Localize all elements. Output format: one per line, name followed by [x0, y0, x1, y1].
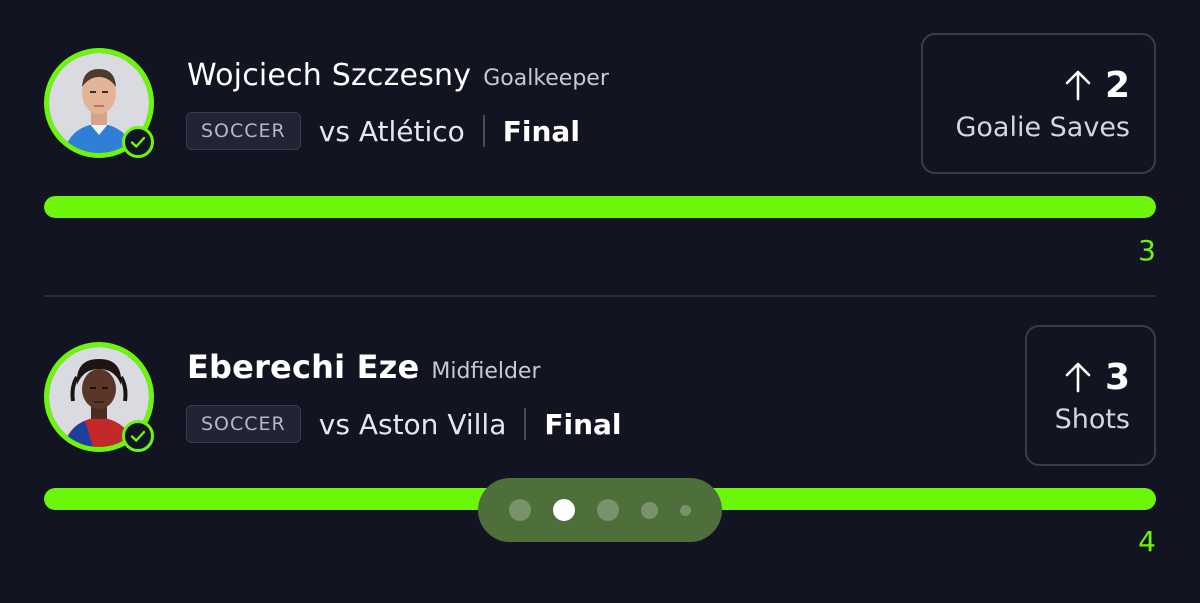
arrow-up-icon	[1065, 69, 1091, 101]
player-name[interactable]: Wojciech Szczesny	[187, 58, 471, 93]
verified-check-icon	[122, 420, 154, 452]
divider	[524, 408, 527, 440]
prop-card[interactable]: Wojciech Szczesny Goalkeeper SOCCER vs A…	[0, 0, 1200, 297]
player-avatar[interactable]	[44, 342, 154, 452]
page-dot[interactable]	[597, 499, 619, 521]
game-info: SOCCER vs Atlético Final	[186, 112, 580, 150]
actual-value: 4	[1138, 525, 1156, 558]
page-dot[interactable]	[680, 504, 691, 516]
player-position: Midfielder	[431, 359, 541, 384]
line-value: 3	[1104, 356, 1130, 398]
divider	[482, 115, 485, 147]
sport-tag: SOCCER	[186, 405, 301, 443]
prop-line-box[interactable]: 2 Goalie Saves	[921, 33, 1156, 174]
verified-check-icon	[122, 126, 154, 158]
prop-line: 3	[1065, 357, 1130, 398]
game-status: Final	[502, 114, 580, 148]
page-dot-active[interactable]	[553, 499, 575, 521]
progress-fill	[44, 196, 1156, 218]
prop-card[interactable]: Eberechi Eze Midfielder SOCCER vs Aston …	[0, 297, 1200, 603]
game-info: SOCCER vs Aston Villa Final	[186, 405, 622, 443]
prop-line: 2	[1065, 65, 1130, 106]
stat-type: Goalie Saves	[955, 111, 1130, 143]
sport-tag: SOCCER	[186, 112, 301, 150]
page-dot[interactable]	[641, 501, 658, 519]
player-header: Wojciech Szczesny Goalkeeper	[187, 58, 609, 93]
arrow-up-icon	[1065, 361, 1091, 393]
progress-bar	[44, 196, 1156, 218]
opponent: vs Atlético	[318, 114, 465, 148]
actual-value: 3	[1138, 234, 1156, 267]
line-value: 2	[1104, 64, 1130, 106]
opponent: vs Aston Villa	[318, 407, 507, 441]
player-name[interactable]: Eberechi Eze	[187, 348, 419, 386]
props-list: Wojciech Szczesny Goalkeeper SOCCER vs A…	[0, 0, 1200, 603]
player-header: Eberechi Eze Midfielder	[187, 348, 541, 386]
game-status: Final	[544, 407, 622, 441]
player-avatar[interactable]	[44, 48, 154, 158]
prop-line-box[interactable]: 3 Shots	[1025, 325, 1156, 466]
page-dot[interactable]	[509, 499, 531, 521]
stat-type: Shots	[1054, 403, 1130, 435]
page-indicator[interactable]	[478, 478, 722, 542]
player-position: Goalkeeper	[483, 66, 609, 91]
